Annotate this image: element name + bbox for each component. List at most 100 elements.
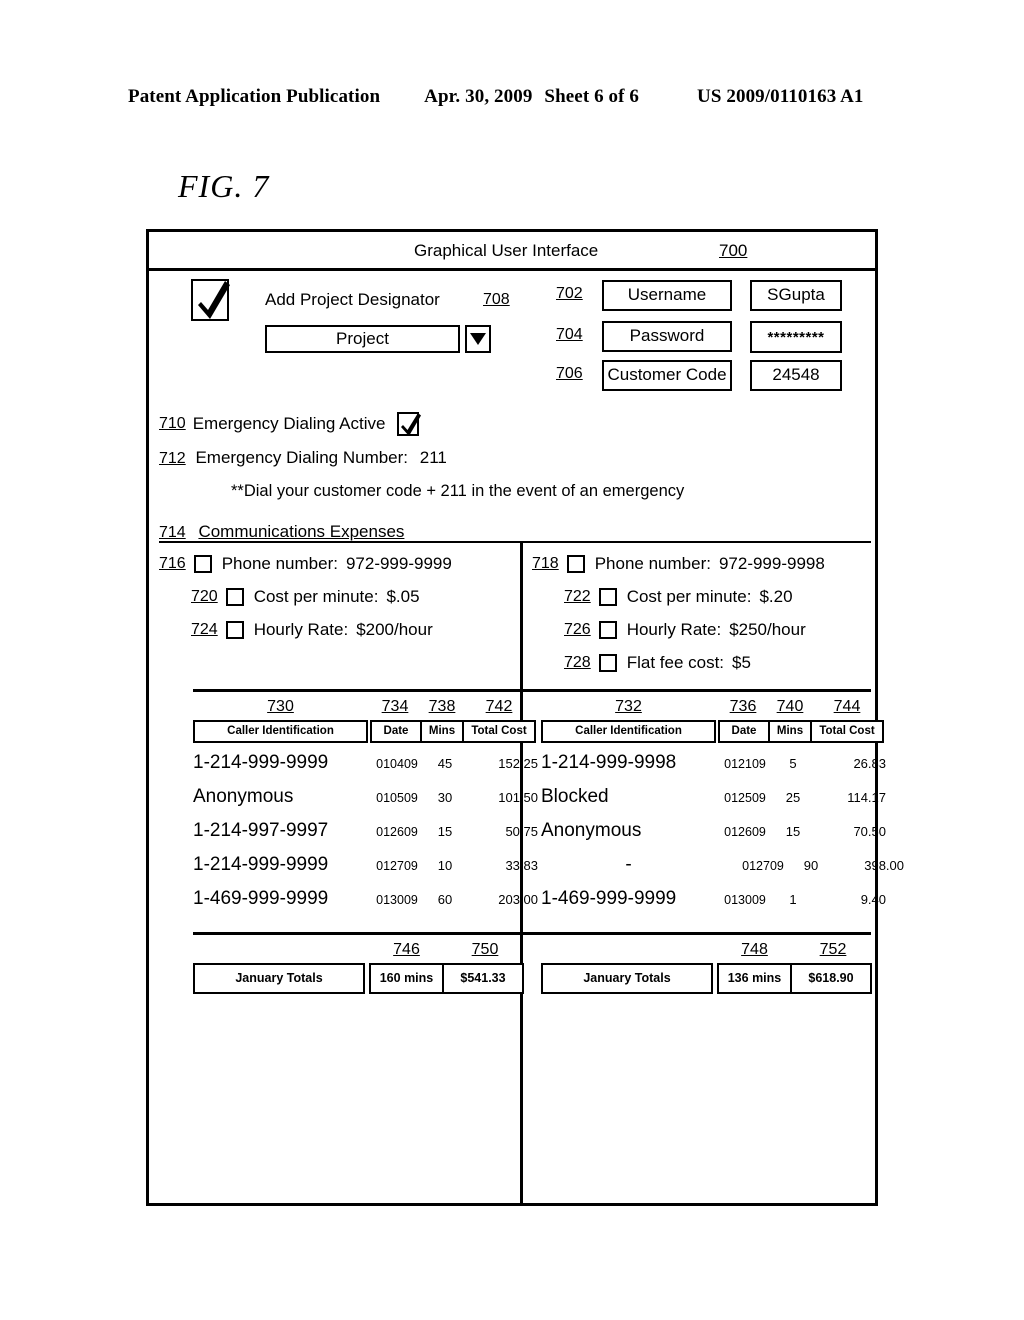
add-project-designator-checkbox[interactable] <box>191 279 230 321</box>
emergency-dialing-active-label: Emergency Dialing Active <box>192 414 386 433</box>
expense-line-flat-fee-right: 728 Flat fee cost: $5 <box>532 653 825 673</box>
reference-numeral-710: 710 <box>159 415 186 432</box>
cell-mins: 30 <box>437 790 453 805</box>
communications-expenses-heading: 714 Communications Expenses <box>159 522 404 542</box>
reference-numeral-724: 724 <box>191 621 218 638</box>
expense-column-right: 718 Phone number: 972-999-9998 722 Cost … <box>532 554 825 686</box>
totals-mins-left: 160 mins <box>369 963 444 994</box>
username-label: Username <box>602 280 732 311</box>
table-row: 1-214-999-9999 012709 10 33.83 <box>193 854 546 888</box>
emergency-dialing-number-row: 712 Emergency Dialing Number: 211 <box>159 448 447 468</box>
cell-caller-id: 1-214-999-9998 <box>541 752 677 773</box>
hourly-rate-checkbox-right[interactable] <box>598 621 617 639</box>
column-header-caller-identification: Caller Identification <box>193 720 368 743</box>
communications-expenses-label: Communications Expenses <box>198 522 405 541</box>
reference-numeral-746: 746 <box>393 941 420 958</box>
cell-caller-id: Blocked <box>541 786 609 807</box>
cell-total-cost: 33.83 <box>505 858 538 873</box>
totals-mins-right: 136 mins <box>717 963 792 994</box>
totals-divider-left <box>193 932 520 935</box>
emergency-dialing-active-row: 710 Emergency Dialing Active <box>159 412 422 436</box>
password-field[interactable]: ********* <box>750 321 842 353</box>
table-row: Anonymous 010509 30 101.50 <box>193 786 546 820</box>
figure-label: FIG. 7 <box>178 168 270 204</box>
expense-line-hourly-rate-left: 724 Hourly Rate: $200/hour <box>159 620 452 640</box>
cell-date: 013009 <box>376 893 418 907</box>
phone-number-label-right: Phone number: <box>594 554 711 573</box>
cell-date: 013009 <box>724 893 766 907</box>
gui-title-bar: Graphical User Interface 700 <box>149 232 875 271</box>
emergency-dialing-active-checkbox[interactable] <box>397 412 422 436</box>
reference-numeral-702: 702 <box>556 285 583 302</box>
phone-number-value-right: 972-999-9998 <box>718 554 825 573</box>
cost-per-minute-value-left: $.05 <box>386 587 420 606</box>
section-divider <box>159 541 871 543</box>
reference-numeral-740: 740 <box>776 698 804 715</box>
table-row: Blocked 012509 25 114.17 <box>541 786 912 820</box>
cell-total-cost: 398.00 <box>864 858 904 873</box>
totals-divider-right <box>523 932 871 935</box>
flat-fee-checkbox-right[interactable] <box>598 654 617 672</box>
call-table-left-header-row: Caller Identification Date Mins Total Co… <box>193 720 546 743</box>
hourly-rate-label-left: Hourly Rate: <box>253 620 349 639</box>
call-table-right-column-refs: 732 736 740 744 <box>541 698 912 720</box>
cell-total-cost: 101.50 <box>498 790 538 805</box>
cell-mins: 45 <box>437 756 453 771</box>
call-table-left-column-refs: 730 734 738 742 <box>193 698 546 720</box>
reference-numeral-748: 748 <box>741 941 768 958</box>
expense-line-phone-number-left: 716 Phone number: 972-999-9999 <box>159 554 452 574</box>
password-label: Password <box>602 321 732 352</box>
cell-mins: 5 <box>789 756 797 771</box>
emergency-dialing-number-value: 211 <box>419 448 447 467</box>
emergency-dialing-number-label: Emergency Dialing Number: <box>195 448 409 467</box>
reference-numeral-714: 714 <box>159 524 186 541</box>
reference-numeral-730: 730 <box>267 698 294 715</box>
chevron-down-icon <box>470 333 486 345</box>
cost-per-minute-checkbox-right[interactable] <box>598 588 617 606</box>
cell-total-cost: 70.50 <box>853 824 886 839</box>
cell-mins: 90 <box>803 858 819 873</box>
call-table-right-body: 1-214-999-9998 012109 5 26.83 Blocked 01… <box>541 752 912 922</box>
credential-row-customer-code: 706 Customer Code 24548 <box>556 360 842 391</box>
phone-number-checkbox-left[interactable] <box>193 555 212 573</box>
phone-number-value-left: 972-999-9999 <box>345 554 452 573</box>
call-table-right-header-row: Caller Identification Date Mins Total Co… <box>541 720 912 743</box>
totals-right-row: January Totals 136 mins $618.90 <box>541 963 872 994</box>
project-dropdown-button[interactable] <box>465 325 491 353</box>
expense-line-cost-per-minute-left: 720 Cost per minute: $.05 <box>159 587 452 607</box>
hourly-rate-value-right: $250/hour <box>729 620 806 639</box>
cell-caller-id: Anonymous <box>541 820 642 841</box>
patent-page-header: Patent Application Publication Apr. 30, … <box>128 86 880 108</box>
phone-number-checkbox-right[interactable] <box>566 555 585 573</box>
cell-date: 012609 <box>376 825 418 839</box>
cell-total-cost: 50.75 <box>505 824 538 839</box>
expense-line-hourly-rate-right: 726 Hourly Rate: $250/hour <box>532 620 825 640</box>
reference-numeral-742: 742 <box>485 698 513 715</box>
reference-numeral-700: 700 <box>719 241 748 260</box>
expense-line-phone-number-right: 718 Phone number: 972-999-9998 <box>532 554 825 574</box>
table-row: Anonymous 012609 15 70.50 <box>541 820 912 854</box>
reference-numeral-750: 750 <box>471 941 499 958</box>
expense-column-left: 716 Phone number: 972-999-9999 720 Cost … <box>159 554 452 653</box>
emergency-dialing-note: **Dial your customer code + 211 in the e… <box>231 482 685 500</box>
cell-mins: 15 <box>437 824 453 839</box>
cell-total-cost: 114.17 <box>847 790 886 805</box>
username-field[interactable]: SGupta <box>750 280 842 311</box>
hourly-rate-checkbox-left[interactable] <box>225 621 244 639</box>
totals-cost-right: $618.90 <box>792 963 872 994</box>
cell-date: 010409 <box>376 757 418 771</box>
cost-per-minute-checkbox-left[interactable] <box>225 588 244 606</box>
table-divider-right <box>523 689 871 692</box>
hourly-rate-label-right: Hourly Rate: <box>626 620 722 639</box>
cell-caller-id: 1-469-999-9999 <box>193 888 329 909</box>
flat-fee-label-right: Flat fee cost: <box>626 653 725 672</box>
customer-code-field[interactable]: 24548 <box>750 360 842 391</box>
cell-mins: 1 <box>789 892 797 907</box>
totals-right: 748 752 January Totals 136 mins $618.90 <box>541 941 872 994</box>
patent-number: US 2009/0110163 A1 <box>697 86 864 107</box>
flat-fee-value-right: $5 <box>732 653 751 672</box>
reference-numeral-732: 732 <box>615 698 642 715</box>
project-select-field[interactable]: Project <box>265 325 460 353</box>
cell-mins: 15 <box>785 824 801 839</box>
table-divider-left <box>193 689 520 692</box>
